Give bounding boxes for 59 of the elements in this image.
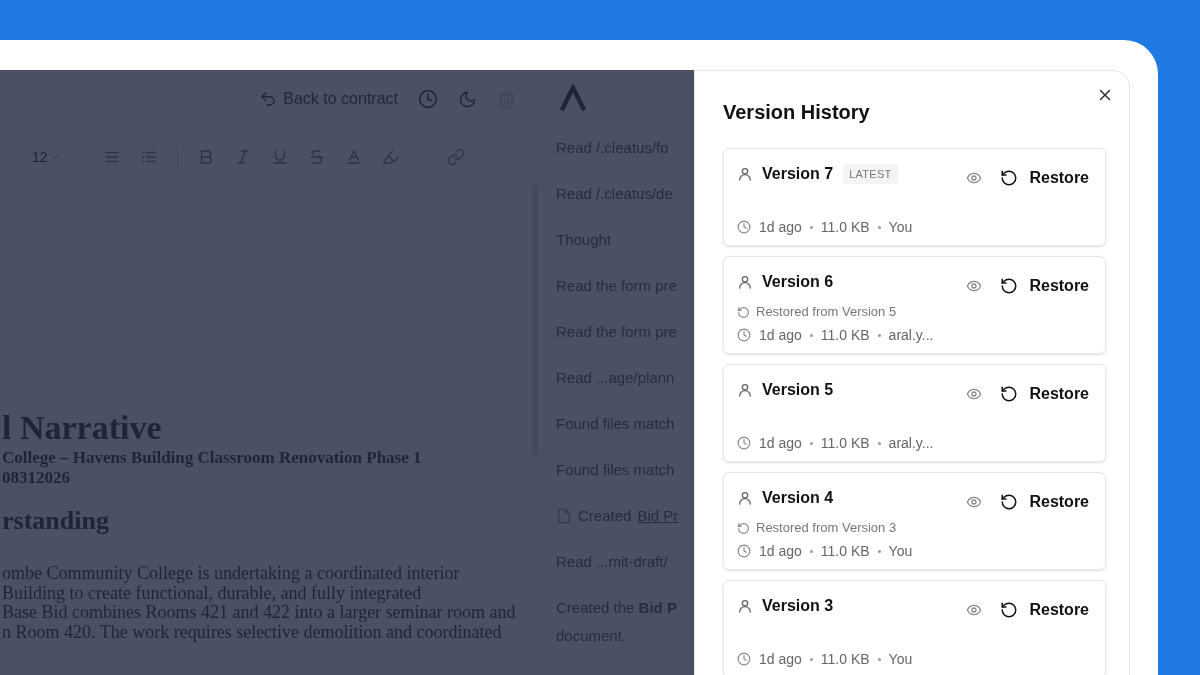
- user-icon: [737, 598, 753, 614]
- version-name: Version 4: [762, 488, 834, 508]
- version-meta: 11.0 KB: [820, 217, 870, 237]
- user-icon: [737, 490, 753, 506]
- restore-button[interactable]: Restore: [1000, 490, 1089, 514]
- restore-icon: [1000, 601, 1019, 619]
- version-meta: 11.0 KB: [820, 433, 870, 453]
- restore-icon: [737, 305, 750, 319]
- version-meta: 11.0 KB: [820, 541, 870, 561]
- restore-icon: [1000, 493, 1019, 511]
- version-meta: 11.0 KB: [820, 649, 870, 669]
- version-name: Version 5: [762, 380, 834, 400]
- restored-note: Restored from Version 3: [756, 519, 897, 538]
- clock-icon: [737, 328, 751, 342]
- version-meta: aral.y...: [888, 433, 934, 453]
- restore-button[interactable]: Restore: [1000, 274, 1089, 298]
- user-icon: [737, 166, 753, 182]
- moon-icon[interactable]: [458, 89, 477, 109]
- version-meta: 1d ago: [759, 217, 802, 237]
- restore-button[interactable]: Restore: [1000, 598, 1089, 622]
- restore-icon: [1000, 277, 1019, 295]
- eye-icon[interactable]: [966, 278, 983, 294]
- version-name: Version 6: [762, 272, 834, 292]
- version-meta: 1d ago: [759, 325, 802, 345]
- restore-button[interactable]: Restore: [1000, 166, 1089, 190]
- version-name: Version 7: [762, 164, 834, 184]
- eye-icon[interactable]: [966, 386, 983, 402]
- restore-icon: [1000, 385, 1019, 403]
- version-meta: You: [888, 541, 913, 561]
- eye-icon[interactable]: [966, 602, 983, 618]
- clock-icon: [737, 436, 751, 450]
- restored-note: Restored from Version 5: [756, 303, 897, 322]
- user-icon: [737, 274, 753, 290]
- clock-icon: [737, 220, 751, 234]
- clock-icon: [737, 652, 751, 666]
- latest-badge: LATEST: [843, 163, 898, 185]
- user-icon: [737, 382, 753, 398]
- restore-button[interactable]: Restore: [1000, 382, 1089, 406]
- version-name: Version 3: [762, 596, 834, 616]
- undo-icon: [259, 90, 278, 108]
- version-meta: 1d ago: [759, 649, 802, 669]
- version-meta: 1d ago: [759, 541, 802, 561]
- clock-icon: [737, 544, 751, 558]
- underline-icon[interactable]: [270, 148, 289, 166]
- version-meta: You: [888, 217, 913, 237]
- highlighter-icon[interactable]: [381, 148, 400, 166]
- history-icon[interactable]: [418, 89, 438, 109]
- strikethrough-icon[interactable]: [307, 148, 326, 166]
- version-meta: aral.y...: [888, 325, 934, 345]
- panel-title: Version History: [723, 100, 870, 124]
- version-meta: 11.0 KB: [820, 325, 870, 345]
- restore-icon: [737, 521, 750, 535]
- text-color-icon[interactable]: [344, 148, 363, 166]
- eye-icon[interactable]: [966, 170, 983, 186]
- version-meta: You: [888, 649, 913, 669]
- chevron-logo-icon: [558, 84, 588, 114]
- version-meta: 1d ago: [759, 433, 802, 453]
- restore-icon: [1000, 169, 1019, 187]
- eye-icon[interactable]: [966, 494, 983, 510]
